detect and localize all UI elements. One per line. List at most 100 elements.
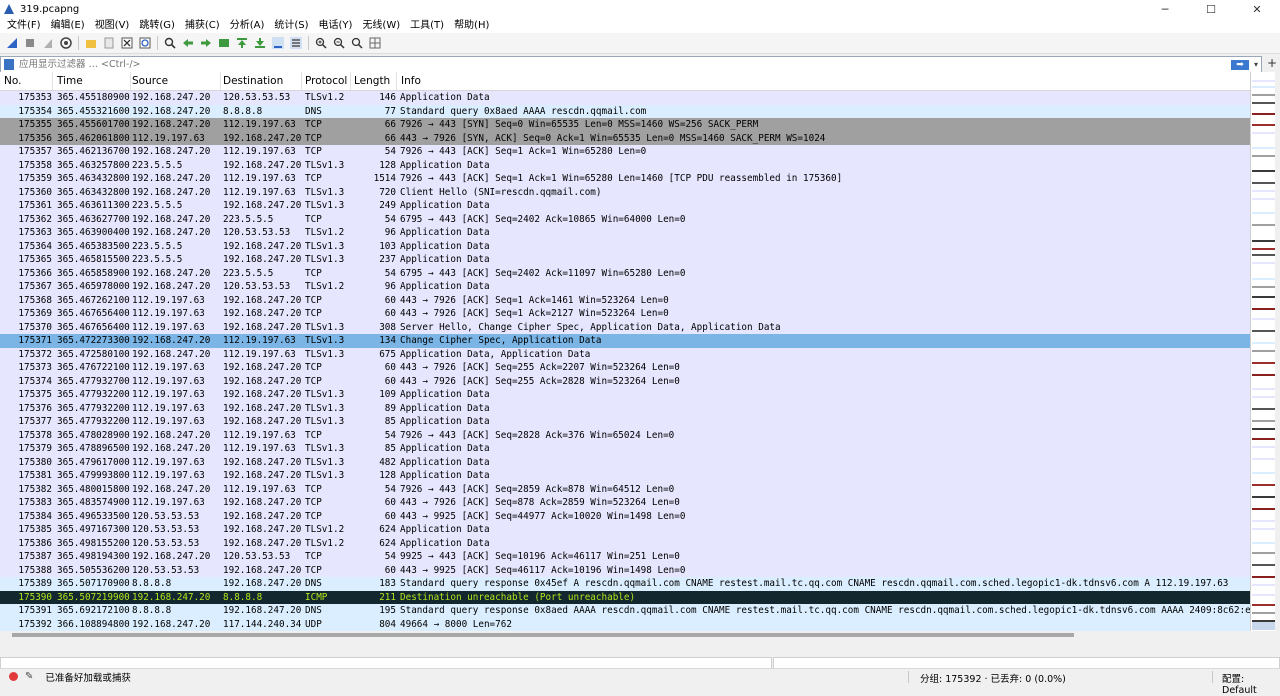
- packet-row[interactable]: 175372 365.472580100 192.168.247.20 112.19.…: [0, 347, 1250, 361]
- packet-time: 365.507170900: [57, 578, 130, 589]
- packet-row[interactable]: 175358 365.463257800 223.5.5.5 192.168.247.…: [0, 158, 1250, 172]
- apply-filter-arrow-icon[interactable]: ➡: [1231, 59, 1249, 70]
- go-forward-icon[interactable]: [199, 36, 213, 50]
- packet-row[interactable]: 175378 365.478028900 192.168.247.20 112.19.…: [0, 428, 1250, 442]
- packet-row[interactable]: 175386 365.498155200 120.53.53.53 192.168.2…: [0, 536, 1250, 550]
- filter-history-chevron-down-icon[interactable]: ▾: [1251, 60, 1261, 69]
- packet-row[interactable]: 175383 365.483574900 112.19.197.63 192.168.…: [0, 496, 1250, 510]
- menu-telephony[interactable]: 电话(Y): [314, 18, 358, 33]
- packet-row[interactable]: 175369 365.467656400 112.19.197.63 192.168.…: [0, 307, 1250, 321]
- close-file-icon[interactable]: [120, 36, 134, 50]
- menu-go[interactable]: 跳转(G): [134, 18, 180, 33]
- packet-source: 8.8.8.8: [132, 578, 172, 589]
- packet-row[interactable]: 175379 365.478896500 192.168.247.20 112.19.…: [0, 442, 1250, 456]
- packet-row[interactable]: 175375 365.477932200 112.19.197.63 192.168.…: [0, 388, 1250, 402]
- edit-comment-icon[interactable]: ✎: [25, 671, 33, 682]
- packet-time: 365.505536200: [57, 564, 130, 576]
- packet-row[interactable]: 175382 365.480015800 192.168.247.20 112.19.…: [0, 482, 1250, 496]
- menu-tools[interactable]: 工具(T): [405, 18, 449, 33]
- horizontal-scrollbar[interactable]: [0, 631, 1250, 640]
- expert-info-indicator-icon[interactable]: [9, 672, 18, 681]
- maximize-button[interactable]: ☐: [1188, 0, 1234, 18]
- resize-columns-icon[interactable]: [368, 36, 382, 50]
- packet-row[interactable]: 175355 365.455601700 192.168.247.20 112.19.…: [0, 118, 1250, 132]
- go-back-icon[interactable]: [181, 36, 195, 50]
- packet-row[interactable]: 175377 365.477932200 112.19.197.63 192.168.…: [0, 415, 1250, 429]
- packet-row[interactable]: 175387 365.498194300 192.168.247.20 120.53.…: [0, 550, 1250, 564]
- vertical-scrollbar[interactable]: [1275, 72, 1280, 631]
- last-packet-icon[interactable]: [253, 36, 267, 50]
- packet-row[interactable]: 175357 365.462136700 192.168.247.20 112.19.…: [0, 145, 1250, 159]
- display-filter-input[interactable]: [17, 58, 1231, 71]
- filter-bookmark-icon[interactable]: [4, 59, 14, 70]
- packet-row[interactable]: 175364 365.465383500 223.5.5.5 192.168.247.…: [0, 239, 1250, 253]
- packet-row[interactable]: 175368 365.467262100 112.19.197.63 192.168.…: [0, 293, 1250, 307]
- packet-time: 365.463900400: [57, 227, 130, 238]
- packet-row[interactable]: 175385 365.497167300 120.53.53.53 192.168.2…: [0, 523, 1250, 537]
- packet-row[interactable]: 175365 365.465815500 223.5.5.5 192.168.247.…: [0, 253, 1250, 267]
- colorize-icon[interactable]: [289, 36, 303, 50]
- zoom-normal-icon[interactable]: [350, 36, 364, 50]
- options-icon[interactable]: [59, 36, 73, 50]
- packet-row[interactable]: 175374 365.477932700 112.19.197.63 192.168.…: [0, 374, 1250, 388]
- column-header-no[interactable]: No.: [0, 72, 53, 90]
- column-header-length[interactable]: Length: [350, 72, 397, 90]
- zoom-in-icon[interactable]: [314, 36, 328, 50]
- profile-selector[interactable]: 配置: Default: [1222, 671, 1280, 696]
- autoscroll-icon[interactable]: [271, 36, 285, 50]
- close-button[interactable]: ✕: [1234, 0, 1280, 18]
- menu-analyze[interactable]: 分析(A): [225, 18, 270, 33]
- column-header-destination[interactable]: Destination: [219, 72, 302, 90]
- packet-row[interactable]: 175380 365.479617000 112.19.197.63 192.168.…: [0, 455, 1250, 469]
- packet-row[interactable]: 175359 365.463432800 192.168.247.20 112.19.…: [0, 172, 1250, 186]
- packet-row[interactable]: 175354 365.455321600 192.168.247.20 8.8.8.8…: [0, 104, 1250, 118]
- menu-file[interactable]: 文件(F): [2, 18, 46, 33]
- packet-row[interactable]: 175390 365.507219900 192.168.247.20 8.8.8.8…: [0, 590, 1250, 604]
- packet-row[interactable]: 175373 365.476722100 112.19.197.63 192.168.…: [0, 361, 1250, 375]
- shark-fin-start-icon[interactable]: [5, 36, 19, 50]
- minimap-viewport-indicator[interactable]: [1252, 622, 1275, 630]
- packet-row[interactable]: 175384 365.496533500 120.53.53.53 192.168.2…: [0, 509, 1250, 523]
- save-icon[interactable]: [102, 36, 116, 50]
- column-header-time[interactable]: Time: [53, 72, 131, 90]
- add-filter-button-plus-icon[interactable]: +: [1267, 56, 1277, 70]
- go-to-packet-icon[interactable]: [217, 36, 231, 50]
- packet-minimap-scrollbar[interactable]: [1250, 72, 1276, 631]
- first-packet-icon[interactable]: [235, 36, 249, 50]
- menu-statistics[interactable]: 统计(S): [269, 18, 313, 33]
- zoom-out-icon[interactable]: [332, 36, 346, 50]
- packet-row[interactable]: 175381 365.479993800 112.19.197.63 192.168.…: [0, 469, 1250, 483]
- minimize-button[interactable]: ─: [1142, 0, 1188, 18]
- packet-row[interactable]: 175362 365.463627700 192.168.247.20 223.5.5…: [0, 212, 1250, 226]
- horizontal-scrollbar-thumb[interactable]: [12, 633, 1074, 637]
- menu-wireless[interactable]: 无线(W): [357, 18, 405, 33]
- packet-row[interactable]: 175391 365.692172100 8.8.8.8 192.168.247.20…: [0, 604, 1250, 618]
- packet-time: 365.463432800: [57, 173, 130, 184]
- packet-row[interactable]: 175366 365.465858900 192.168.247.20 223.5.5…: [0, 266, 1250, 280]
- packet-row[interactable]: 175367 365.465978000 192.168.247.20 120.53.…: [0, 280, 1250, 294]
- selected-packet-row[interactable]: 175371 365.472273300 192.168.247.20 112.19.…: [0, 334, 1250, 348]
- packet-row[interactable]: 175360 365.463432800 192.168.247.20 112.19.…: [0, 185, 1250, 199]
- restart-icon[interactable]: [41, 36, 55, 50]
- packet-list[interactable]: 175353 365.455180900 192.168.247.20 120.53.…: [0, 91, 1250, 631]
- menu-capture[interactable]: 捕获(C): [180, 18, 225, 33]
- packet-row[interactable]: 175363 365.463900400 192.168.247.20 120.53.…: [0, 226, 1250, 240]
- packet-row[interactable]: 175356 365.462061800 112.19.197.63 192.168.…: [0, 131, 1250, 145]
- menu-help[interactable]: 帮助(H): [449, 18, 494, 33]
- stop-icon[interactable]: [23, 36, 37, 50]
- find-icon[interactable]: [163, 36, 177, 50]
- packet-row[interactable]: 175392 366.108894800 192.168.247.20 117.144…: [0, 617, 1250, 631]
- packet-row[interactable]: 175376 365.477932200 112.19.197.63 192.168.…: [0, 401, 1250, 415]
- packet-row[interactable]: 175388 365.505536200 120.53.53.53 192.168.2…: [0, 563, 1250, 577]
- open-folder-icon[interactable]: [84, 36, 98, 50]
- packet-row[interactable]: 175361 365.463611300 223.5.5.5 192.168.247.…: [0, 199, 1250, 213]
- packet-row[interactable]: 175353 365.455180900 192.168.247.20 120.53.…: [0, 91, 1250, 105]
- menu-view[interactable]: 视图(V): [90, 18, 135, 33]
- reload-icon[interactable]: [138, 36, 152, 50]
- column-header-info[interactable]: Info: [397, 72, 1250, 90]
- column-header-protocol[interactable]: Protocol: [301, 72, 351, 90]
- packet-row[interactable]: 175389 365.507170900 8.8.8.8 192.168.247.20…: [0, 577, 1250, 591]
- menu-edit[interactable]: 编辑(E): [46, 18, 90, 33]
- packet-row[interactable]: 175370 365.467656400 112.19.197.63 192.168.…: [0, 320, 1250, 334]
- column-header-source[interactable]: Source: [128, 72, 221, 90]
